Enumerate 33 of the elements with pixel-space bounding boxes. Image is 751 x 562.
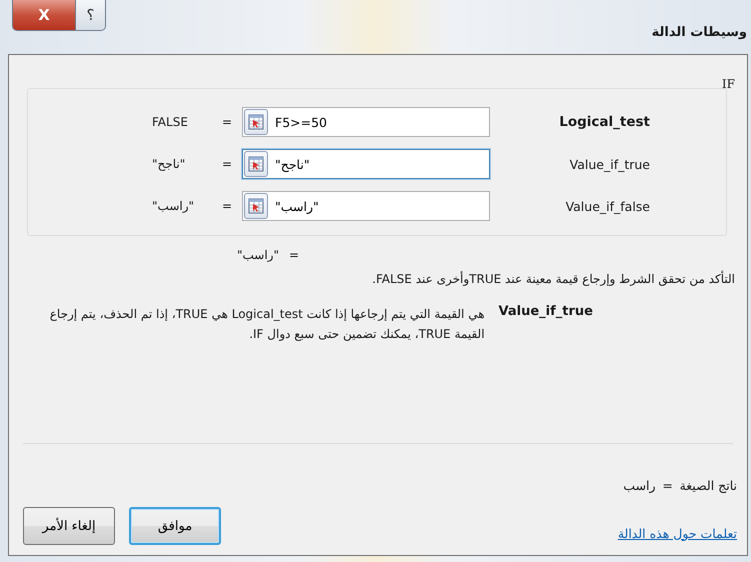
- window-title: وسيطات الدالة: [652, 25, 747, 40]
- table-icon: [248, 198, 264, 214]
- table-icon: [248, 156, 264, 172]
- formula-result-label: ناتج الصيغة: [680, 478, 737, 493]
- argument-description: هي القيمة التي يتم إرجاعها إذا كانت Logical_test هي TRUE، إذا تم الحذف، يتم إرجاع القيمة TRUE، يمكنك تضمين حتى سبع دوال IF.: [48, 306, 485, 343]
- dialog-button[interactable]: موافق: [129, 507, 221, 545]
- argument-result: FALSE: [152, 115, 189, 129]
- argument-label: Value_if_true: [570, 156, 650, 172]
- argument-label: Logical_test: [559, 114, 650, 130]
- argument-input-field[interactable]: "راسب": [242, 191, 490, 221]
- equals-sign: =: [220, 199, 234, 213]
- dialog-button[interactable]: إلغاء الأمر: [23, 507, 115, 545]
- equals-sign: =: [288, 248, 300, 262]
- collapse-dialog-button[interactable]: [244, 193, 268, 219]
- argument-name: Value_if_true: [498, 304, 593, 319]
- collapse-dialog-button[interactable]: [244, 151, 268, 177]
- equals-sign: =: [220, 157, 234, 171]
- function-name: IF: [722, 77, 736, 91]
- function-description: التأكد من تحقق الشرط وإرجاع قيمة معينة عند TRUEوأخرى عند FALSE.: [371, 272, 735, 286]
- equals-sign: =: [220, 115, 234, 129]
- argument-input-field[interactable]: "ناجح": [242, 149, 490, 179]
- equals-sign: =: [661, 478, 674, 493]
- close-button[interactable]: X: [13, 0, 75, 30]
- function-result: "راسب": [236, 248, 279, 262]
- help-button[interactable]: ؟: [75, 0, 105, 30]
- argument-label: Value_if_false: [566, 198, 650, 214]
- argument-input-field[interactable]: F5>=50: [242, 107, 490, 137]
- argument-result: "راسب": [152, 199, 196, 213]
- collapse-dialog-button[interactable]: [244, 109, 268, 135]
- table-icon: [248, 114, 264, 130]
- formula-result-value: راسب: [623, 478, 656, 493]
- help-link[interactable]: تعلمات حول هذه الدالة: [618, 526, 737, 540]
- argument-result: "ناجح": [152, 157, 186, 171]
